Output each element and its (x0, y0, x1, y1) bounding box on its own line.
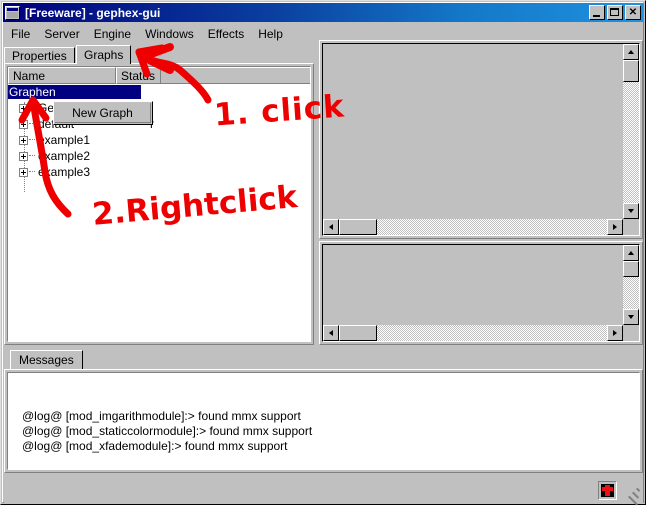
left-tab-strip: Properties Graphs (4, 45, 314, 64)
expand-plus-icon[interactable] (19, 103, 28, 113)
menu-item-file[interactable]: File (4, 26, 37, 42)
minimize-icon (593, 15, 600, 17)
arrow-left-icon (329, 330, 333, 336)
scroll-right-button[interactable] (607, 219, 623, 235)
menu-item-help[interactable]: Help (251, 26, 290, 42)
vertical-scrollbar-thumb[interactable] (623, 60, 639, 82)
scroll-down-button[interactable] (623, 309, 639, 325)
horizontal-scrollbar-track[interactable] (339, 325, 607, 341)
context-menu-item-new-graph[interactable]: New Graph (55, 103, 151, 123)
tree-dot-connector (29, 155, 35, 157)
graph-canvas-bottom-surface[interactable] (322, 244, 640, 342)
close-icon: ✕ (628, 6, 638, 18)
resize-grip[interactable] (626, 487, 641, 506)
arrow-left-icon (329, 224, 333, 230)
horizontal-scrollbar-thumb[interactable] (339, 219, 377, 235)
arrow-up-icon (628, 50, 634, 54)
scrollbar-corner (623, 325, 639, 341)
tree-dot-connector (29, 171, 35, 173)
arrow-down-icon (628, 209, 634, 213)
messages-log-panel: @log@ [mod_imgarithmodule]:> found mmx s… (4, 369, 643, 473)
tree-item-example2[interactable]: example2 (8, 148, 310, 164)
menu-item-effects[interactable]: Effects (201, 26, 251, 42)
scroll-right-button[interactable] (607, 325, 623, 341)
expand-plus-icon[interactable] (19, 135, 28, 145)
tree-column-header: Name Status (8, 67, 310, 84)
vertical-scrollbar-thumb[interactable] (623, 261, 639, 277)
column-header-status[interactable]: Status (116, 67, 161, 84)
scroll-left-button[interactable] (323, 219, 339, 235)
tree-item-example3[interactable]: example3 (8, 164, 310, 180)
red-cross-status-icon (601, 484, 614, 497)
tab-graphs[interactable]: Graphs (76, 45, 132, 64)
messages-tab-strip (4, 352, 643, 369)
minimize-button[interactable] (589, 5, 605, 20)
window-controls: ✕ (589, 5, 643, 20)
scroll-up-button[interactable] (623, 245, 639, 261)
tree-item-example1[interactable]: example1 (8, 132, 310, 148)
menu-item-server[interactable]: Server (37, 26, 86, 42)
arrow-right-icon (613, 224, 617, 230)
menu-item-windows[interactable]: Windows (138, 26, 201, 42)
arrow-up-icon (628, 251, 634, 255)
log-line: @log@ [mod_imgarithmodule]:> found mmx s… (22, 409, 301, 423)
graph-canvas-top-surface[interactable] (322, 43, 640, 236)
tree-item-label: example3 (38, 165, 91, 179)
tree-dot-connector (29, 107, 35, 109)
log-line: @log@ [mod_staticcolormodule]:> found mm… (22, 424, 313, 438)
horizontal-scrollbar-track[interactable] (339, 219, 607, 235)
context-menu: New Graph (53, 101, 153, 125)
expand-plus-icon[interactable] (19, 167, 28, 177)
tree-item-label: Graphen (8, 85, 141, 99)
maximize-button[interactable] (607, 5, 623, 20)
horizontal-scrollbar-thumb[interactable] (339, 325, 377, 341)
scroll-up-button[interactable] (623, 44, 639, 60)
scroll-left-button[interactable] (323, 325, 339, 341)
status-bar (4, 479, 643, 506)
window-app-icon (5, 5, 20, 20)
tab-messages[interactable]: Messages (10, 350, 83, 369)
graph-canvas-bottom (319, 241, 643, 345)
tree-item-label: example1 (38, 133, 91, 147)
tree-dot-connector (29, 139, 35, 141)
scroll-down-button[interactable] (623, 203, 639, 219)
expand-plus-icon[interactable] (19, 119, 28, 129)
arrow-right-icon (613, 330, 617, 336)
title-bar[interactable]: [Freeware] - gephex-gui ✕ (3, 3, 643, 22)
arrow-down-icon (628, 315, 634, 319)
messages-log-text[interactable]: @log@ [mod_imgarithmodule]:> found mmx s… (7, 372, 640, 470)
menu-item-engine[interactable]: Engine (87, 26, 138, 42)
horizontal-scrollbar[interactable] (323, 325, 623, 341)
log-line: @log@ [mod_xfademodule]:> found mmx supp… (22, 439, 288, 453)
scrollbar-corner (623, 219, 639, 235)
tree-item-label: example2 (38, 149, 91, 163)
tree-dot-connector (29, 123, 35, 125)
horizontal-scrollbar[interactable] (323, 219, 623, 235)
messages-pane: Messages @log@ [mod_imgarithmodule]:> fo… (4, 350, 643, 475)
maximize-icon (610, 8, 619, 16)
column-header-filler (161, 67, 310, 84)
column-header-name[interactable]: Name (8, 67, 116, 84)
tab-properties[interactable]: Properties (4, 47, 75, 64)
graph-canvas-top (319, 40, 643, 239)
window-title: [Freeware] - gephex-gui (25, 5, 161, 20)
vertical-scrollbar[interactable] (623, 245, 639, 325)
expand-plus-icon[interactable] (19, 151, 28, 161)
close-button[interactable]: ✕ (625, 5, 641, 20)
status-indicator[interactable] (598, 481, 617, 500)
vertical-scrollbar[interactable] (623, 44, 639, 219)
